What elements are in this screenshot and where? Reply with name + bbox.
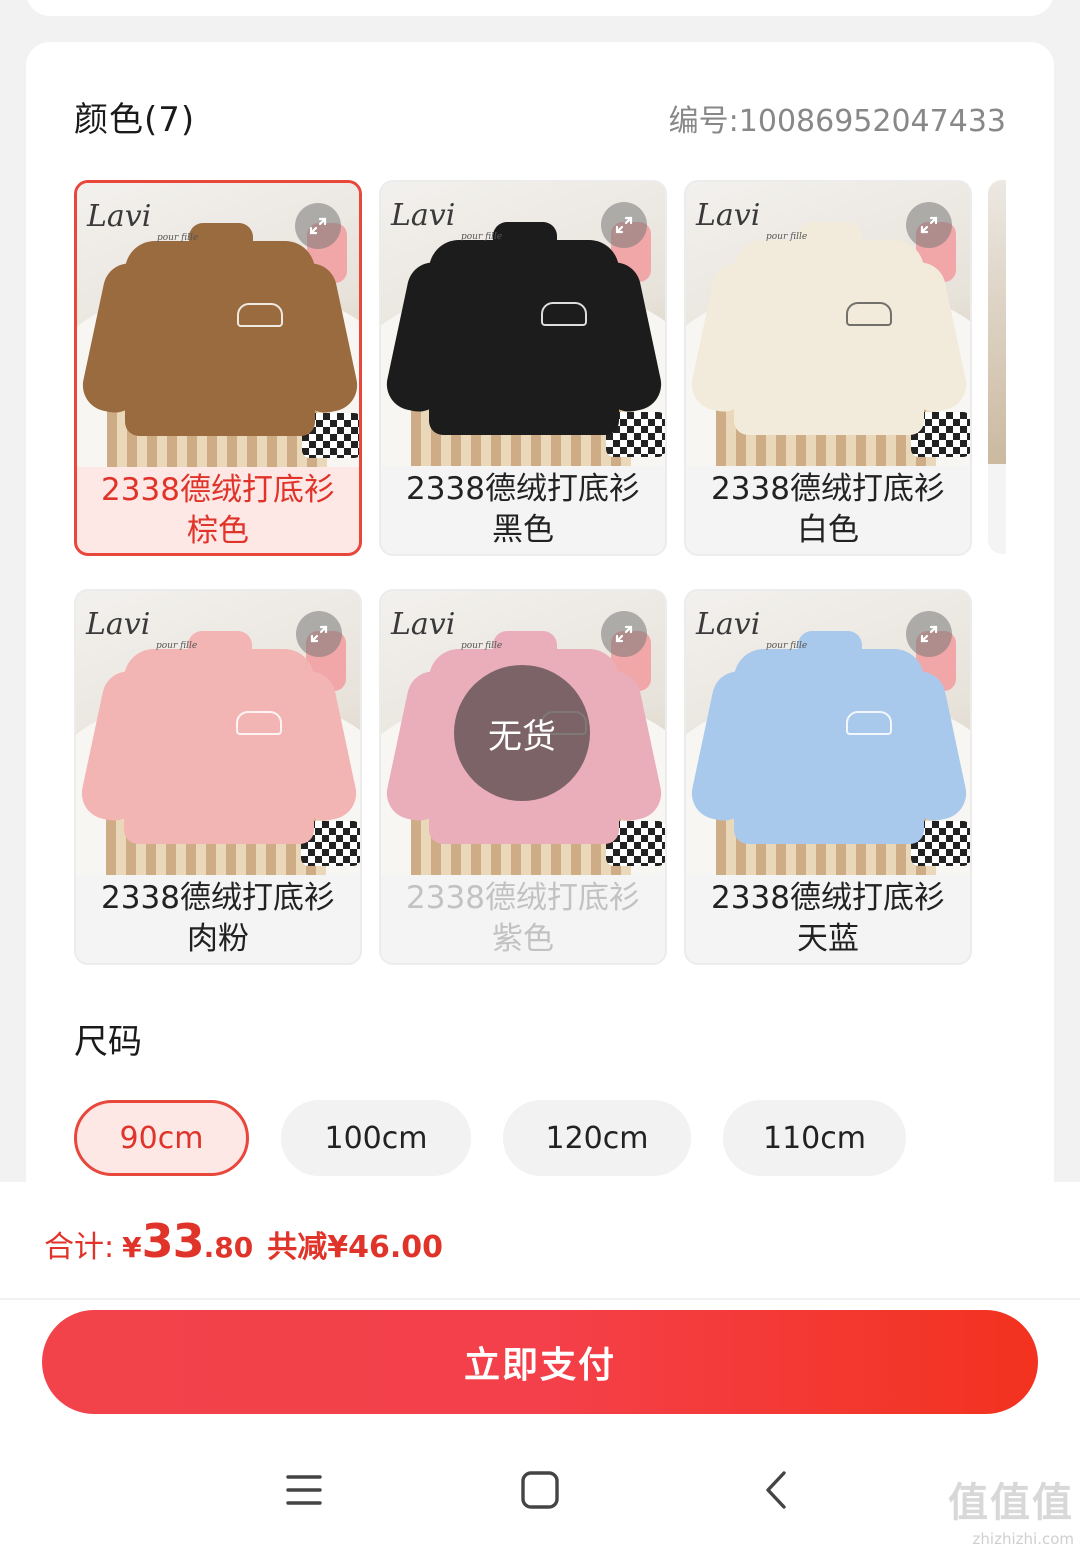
back-chevron-icon[interactable] bbox=[746, 1462, 806, 1518]
shirt-collar bbox=[493, 631, 557, 669]
watermark-site: zhizhizhi.com bbox=[972, 1530, 1074, 1548]
photo-brand-sub: pour fille bbox=[157, 233, 199, 243]
photo-brand-sub: pour fille bbox=[156, 641, 198, 651]
swatch-photo: Lavi pour fille bbox=[76, 591, 360, 875]
photo-brand-sub: pour fille bbox=[461, 641, 503, 651]
total-line: 合计: ¥ 33 .80 共减¥46.00 bbox=[44, 1214, 443, 1274]
expand-icon[interactable] bbox=[295, 203, 341, 249]
currency-symbol: ¥ bbox=[122, 1231, 142, 1264]
home-square-icon[interactable] bbox=[510, 1462, 570, 1518]
discount-amount: 共减¥46.00 bbox=[267, 1230, 443, 1265]
shirt-collar bbox=[188, 631, 252, 669]
swatch-photo bbox=[988, 180, 1006, 464]
shirt-logo bbox=[846, 302, 892, 326]
out-of-stock-badge: 无货 bbox=[454, 665, 590, 801]
menu-icon[interactable] bbox=[274, 1462, 334, 1518]
photo-brand-sub: pour fille bbox=[766, 641, 808, 651]
swatch-label: 2338德绒打底衫肉粉 bbox=[101, 880, 335, 957]
shirt bbox=[124, 649, 314, 844]
expand-icon[interactable] bbox=[296, 611, 342, 657]
swatch-photo: Lavi pour fille bbox=[686, 591, 970, 875]
photo-brand: Lavi bbox=[86, 607, 151, 642]
size-option[interactable]: 90cm bbox=[74, 1100, 249, 1176]
photo-brand: Lavi bbox=[391, 198, 456, 233]
total-label: 合计: bbox=[44, 1230, 115, 1265]
shirt-logo bbox=[237, 303, 283, 327]
swatch-label: 2338德绒打底衫棕色 bbox=[101, 472, 335, 549]
watermark-logo: 值值值 bbox=[948, 1480, 1074, 1526]
color-swatch[interactable]: Lavi pour fille 2338德绒打底衫棕色 bbox=[74, 180, 362, 556]
swatch-photo: Lavi pour fille bbox=[77, 183, 359, 467]
divider bbox=[0, 1298, 1080, 1300]
shirt bbox=[125, 241, 315, 436]
shirt-logo bbox=[236, 711, 282, 735]
photo-brand: Lavi bbox=[391, 607, 456, 642]
swatch-label: 2338德绒打底衫天蓝 bbox=[711, 880, 945, 957]
size-option[interactable]: 120cm bbox=[503, 1100, 691, 1176]
photo-brand: Lavi bbox=[696, 198, 761, 233]
swatch-photo: Lavi pour fille bbox=[381, 182, 665, 466]
color-swatch-grid: Lavi pour fille 2338德绒打底衫棕色 Lavi pour fille 2… bbox=[0, 0, 1080, 1000]
swatch-photo: Lavi pour fille bbox=[686, 182, 970, 466]
watermark: 值值值 zhizhizhi.com bbox=[924, 1470, 1074, 1548]
swatch-label: 2338德绒打底衫黑色 bbox=[406, 471, 640, 548]
shirt-collar bbox=[493, 222, 557, 260]
shirt bbox=[429, 240, 619, 435]
color-swatch[interactable]: Lavi pour fille 2338德绒打底衫黑色 bbox=[379, 180, 667, 556]
photo-brand-sub: pour fille bbox=[766, 232, 808, 242]
expand-icon[interactable] bbox=[906, 611, 952, 657]
photo-brand: Lavi bbox=[696, 607, 761, 642]
shirt bbox=[734, 240, 924, 435]
color-swatch-peek[interactable] bbox=[988, 180, 1006, 554]
color-swatch[interactable]: Lavi pour fille 2338德绒打底衫白色 bbox=[684, 180, 972, 556]
shirt bbox=[734, 649, 924, 844]
color-swatch[interactable]: Lavi pour fille 2338德绒打底衫天蓝 bbox=[684, 589, 972, 965]
size-section-title: 尺码 bbox=[74, 1022, 142, 1062]
expand-icon[interactable] bbox=[906, 202, 952, 248]
swatch-label: 2338德绒打底衫紫色 bbox=[406, 880, 640, 957]
size-option[interactable]: 100cm bbox=[281, 1100, 471, 1176]
photo-brand: Lavi bbox=[87, 199, 152, 234]
size-option[interactable]: 110cm bbox=[723, 1100, 906, 1176]
expand-icon[interactable] bbox=[601, 202, 647, 248]
shirt-collar bbox=[189, 223, 253, 261]
price-integer: 33 bbox=[141, 1214, 205, 1268]
shirt-logo bbox=[846, 711, 892, 735]
swatch-label: 2338德绒打底衫白色 bbox=[711, 471, 945, 548]
color-swatch[interactable]: Lavi pour fille 2338德绒打底衫肉粉 bbox=[74, 589, 362, 965]
shirt-logo bbox=[541, 302, 587, 326]
shirt-collar bbox=[798, 631, 862, 669]
swatch-photo: Lavi pour fille 无货 bbox=[381, 591, 665, 875]
price-decimal: .80 bbox=[203, 1231, 254, 1264]
pay-now-button[interactable]: 立即支付 bbox=[42, 1310, 1038, 1414]
color-swatch[interactable]: Lavi pour fille 无货 2338德绒打底衫紫色 bbox=[379, 589, 667, 965]
photo-brand-sub: pour fille bbox=[461, 232, 503, 242]
expand-icon[interactable] bbox=[601, 611, 647, 657]
shirt-collar bbox=[798, 222, 862, 260]
